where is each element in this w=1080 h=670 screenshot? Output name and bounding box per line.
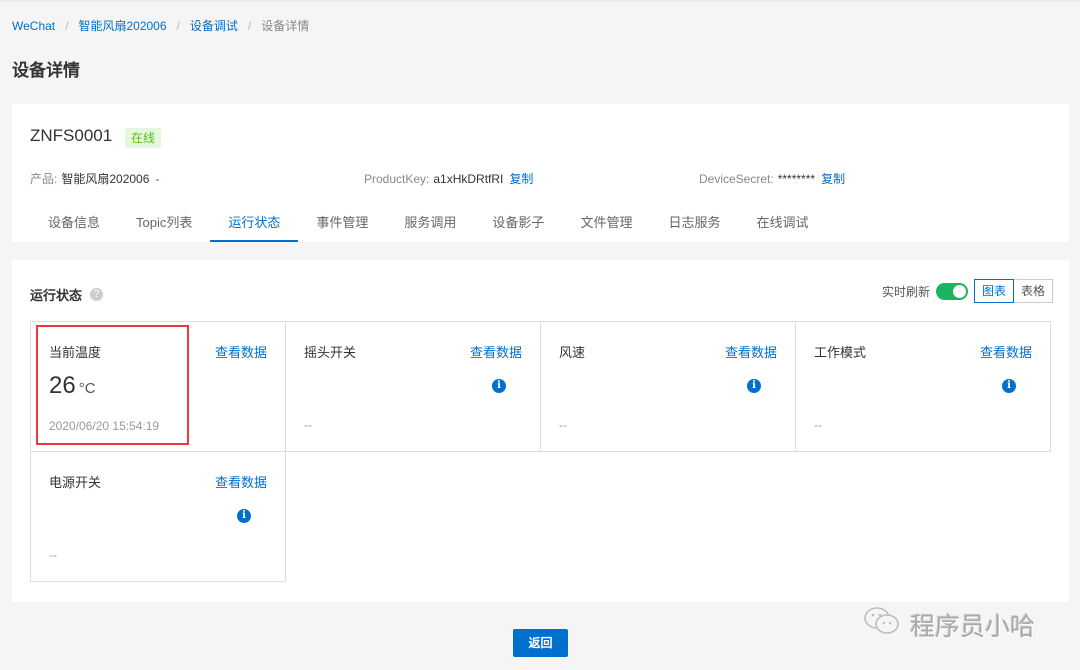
property-card-power: 电源开关 查看数据 i -- [30, 451, 286, 582]
property-card-wind-speed: 风速 查看数据 i -- [540, 321, 796, 452]
status-badge: 在线 [125, 128, 162, 148]
tab-service-call[interactable]: 服务调用 [386, 204, 474, 242]
view-mode-switch: 图表 表格 [973, 279, 1053, 303]
copy-devicesecret-button[interactable]: 复制 [821, 172, 845, 186]
property-name: 风速 [559, 345, 586, 360]
property-name: 工作模式 [814, 345, 867, 360]
property-name: 摇头开关 [304, 345, 357, 360]
device-info-card: ZNFS0001 在线 产品: 智能风扇202006- ProductKey: a1… [12, 104, 1069, 242]
tab-running-status[interactable]: 运行状态 [210, 204, 299, 242]
devicesecret-value: ******** [777, 172, 816, 186]
tab-online-debug[interactable]: 在线调试 [738, 204, 826, 242]
breadcrumb-separator: / [247, 18, 252, 33]
devicesecret-info: DeviceSecret: ******** 复制 [699, 170, 845, 187]
info-icon[interactable]: i [492, 379, 506, 393]
view-data-link[interactable]: 查看数据 [980, 342, 1032, 361]
property-empty-value: -- [559, 418, 567, 432]
copy-productkey-button[interactable]: 复制 [509, 172, 533, 186]
tab-device-shadow[interactable]: 设备影子 [474, 204, 562, 242]
tab-file-management[interactable]: 文件管理 [562, 204, 650, 242]
view-data-link[interactable]: 查看数据 [215, 342, 267, 361]
info-icon[interactable]: i [1002, 379, 1016, 393]
productkey-label: ProductKey: [364, 172, 430, 186]
temperature-value: 26 [49, 372, 76, 399]
property-name: 当前温度 [49, 345, 102, 360]
breadcrumb-current: 设备详情 [261, 19, 310, 33]
property-timestamp: 2020/06/20 15:54:19 [49, 419, 160, 433]
info-icon[interactable]: i [747, 379, 761, 393]
table-view-button[interactable]: 表格 [1013, 279, 1053, 303]
breadcrumb-product[interactable]: 智能风扇202006 [78, 17, 166, 34]
back-button[interactable]: 返回 [513, 629, 568, 657]
view-data-link[interactable]: 查看数据 [215, 472, 267, 491]
property-card-work-mode: 工作模式 查看数据 i -- [795, 321, 1051, 452]
product-value: 智能风扇202006 [61, 172, 150, 186]
property-value: 26 °C [49, 372, 96, 400]
tab-topic-list[interactable]: Topic列表 [118, 204, 210, 242]
breadcrumb: WeChat / 智能风扇202006 / 设备调试 / 设备详情 [12, 17, 309, 34]
view-toolbar: 实时刷新 图表 表格 [882, 279, 1053, 303]
tab-log-service[interactable]: 日志服务 [650, 204, 738, 242]
chart-view-button[interactable]: 图表 [973, 279, 1014, 303]
realtime-refresh-label: 实时刷新 [881, 284, 930, 299]
page-title: 设备详情 [12, 61, 80, 80]
product-info: 产品: 智能风扇202006- [30, 170, 159, 187]
device-name: ZNFS0001 [30, 126, 113, 145]
watermark: 程序员小哈 [862, 605, 1035, 644]
temperature-unit: °C [78, 380, 96, 397]
breadcrumb-device-debug[interactable]: 设备调试 [190, 17, 238, 34]
realtime-refresh-toggle[interactable] [935, 282, 968, 300]
product-link[interactable]: - [155, 172, 159, 186]
breadcrumb-separator: / [176, 18, 180, 33]
view-data-link[interactable]: 查看数据 [470, 342, 522, 361]
device-tabs: 设备信息 Topic列表 运行状态 事件管理 服务调用 设备影子 文件管理 日志… [30, 204, 826, 242]
devicesecret-label: DeviceSecret: [699, 172, 774, 186]
productkey-value: a1xHkDRtfRI [433, 172, 504, 186]
running-status-card: 运行状态 ? 实时刷新 图表 表格 当前温度 查看数据 26 °C 2020/06… [12, 260, 1069, 602]
productkey-info: ProductKey: a1xHkDRtfRI 复制 [364, 170, 533, 187]
section-title: 运行状态 ? [30, 285, 104, 304]
tab-event-management[interactable]: 事件管理 [298, 204, 386, 242]
property-card-oscillation: 摇头开关 查看数据 i -- [285, 321, 541, 452]
top-shadow [0, 0, 1080, 3]
property-empty-value: -- [304, 418, 312, 432]
breadcrumb-separator: / [65, 18, 69, 33]
view-data-link[interactable]: 查看数据 [725, 342, 777, 361]
product-label: 产品: [30, 172, 58, 186]
breadcrumb-wechat[interactable]: WeChat [12, 19, 55, 33]
property-empty-value: -- [814, 418, 822, 432]
watermark-text: 程序员小哈 [910, 612, 1036, 641]
help-icon[interactable]: ? [90, 288, 104, 301]
info-icon[interactable]: i [237, 509, 251, 523]
tab-device-info[interactable]: 设备信息 [30, 204, 118, 242]
property-name: 电源开关 [49, 475, 102, 490]
section-title-text: 运行状态 [30, 288, 83, 303]
property-card-temperature: 当前温度 查看数据 26 °C 2020/06/20 15:54:19 [30, 321, 286, 452]
property-empty-value: -- [49, 548, 57, 562]
wechat-icon [862, 605, 902, 644]
